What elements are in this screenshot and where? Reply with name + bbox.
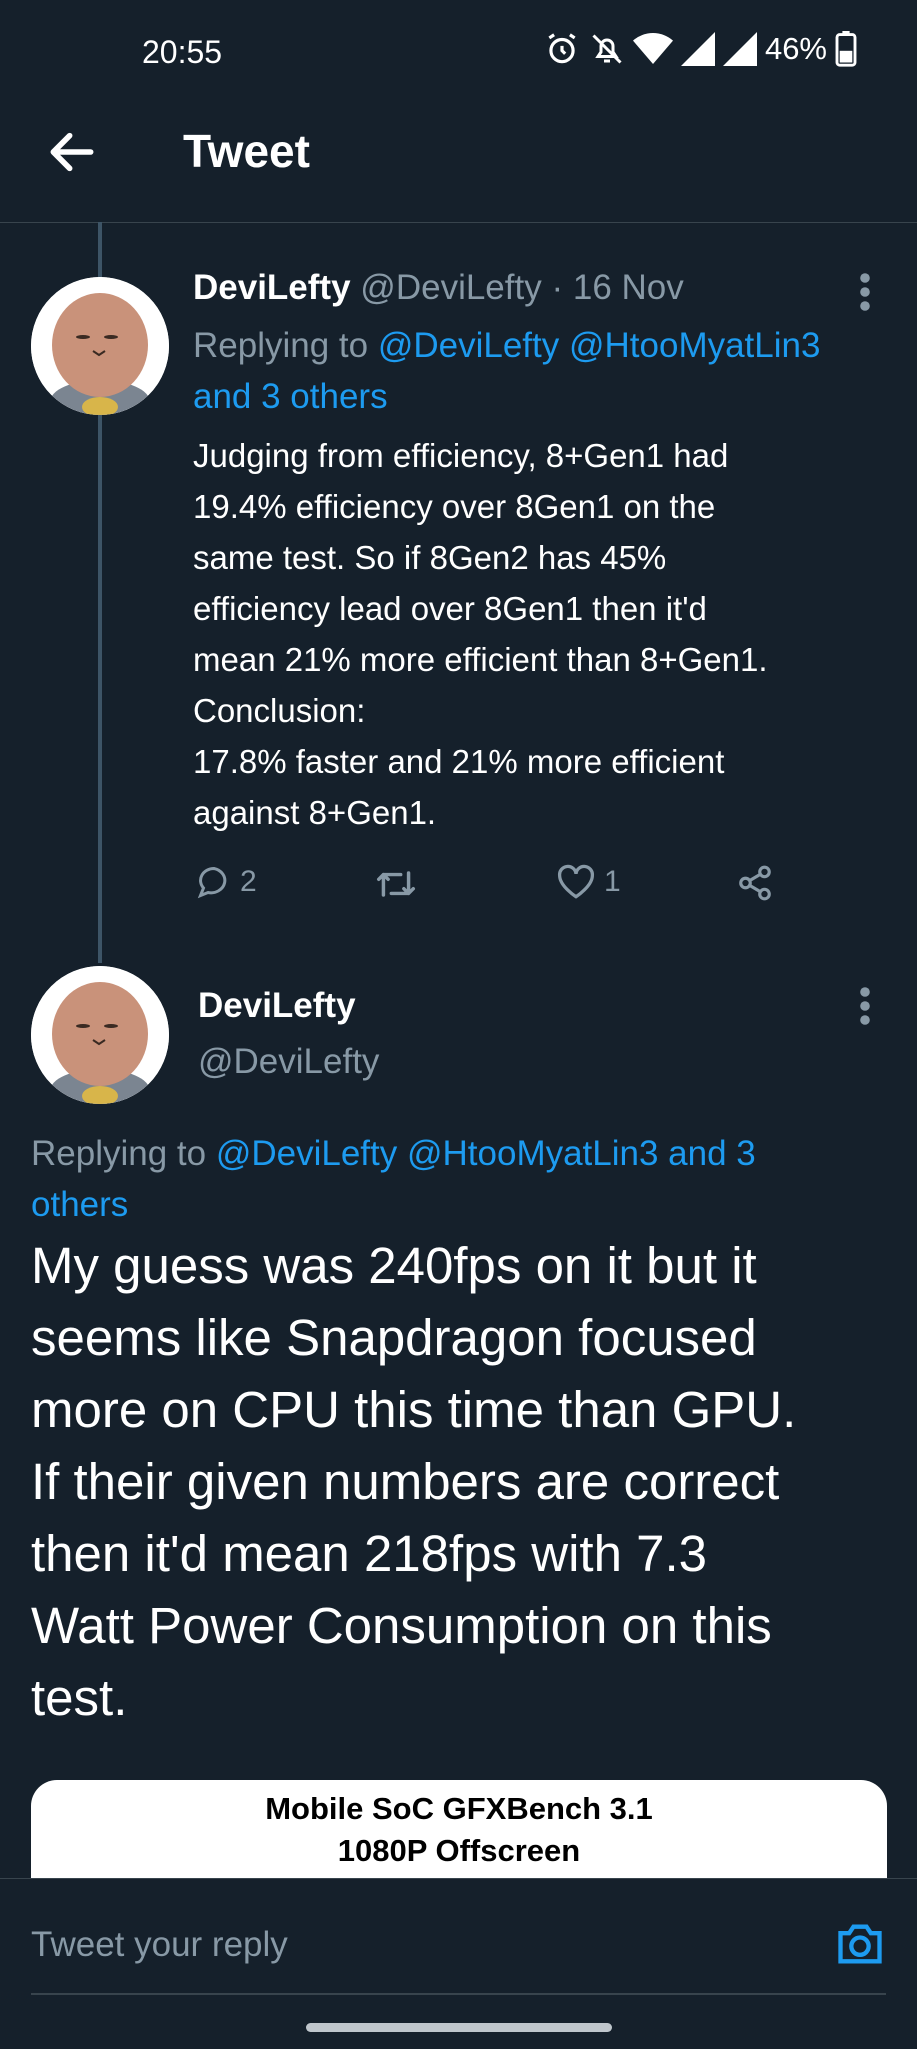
media-title-line-1: Mobile SoC GFXBench 3.1 [265,1791,653,1826]
tweet-line: Judging from efficiency, 8+Gen1 had [193,437,729,474]
tweet-header: DeviLefty @DeviLefty · 16 Nov [193,268,684,308]
tweet-line: If their given numbers are correct [31,1453,780,1510]
tweet-line: against 8+Gen1. [193,794,437,831]
like-button[interactable]: 1 [556,864,621,900]
more-options-icon-main[interactable] [853,986,877,1026]
tweet-line: Watt Power Consumption on this [31,1597,772,1654]
page-title: Tweet [183,125,310,177]
tweet-line: more on CPU this time than GPU. [31,1381,797,1438]
heart-icon [557,864,595,899]
alarm-icon [548,33,576,64]
tweet-text: Judging from efficiency, 8+Gen1 had 19.4… [193,430,893,838]
replying-to-main: Replying to @DeviLefty @HtooMyatLin3 and… [31,1128,891,1230]
back-arrow-icon[interactable] [44,124,100,180]
separator: · [551,268,564,307]
display-name-main[interactable]: DeviLefty [198,986,356,1026]
thread-line-top [98,222,102,278]
share-icon[interactable] [736,864,774,902]
header-divider [0,222,917,223]
replying-label: Replying to [193,326,378,365]
display-name[interactable]: DeviLefty [193,268,351,307]
reply-button[interactable]: 2 [196,864,257,900]
reply-others-main[interactable]: others [31,1185,128,1224]
battery-percent: 46% [764,31,827,66]
more-options-icon[interactable] [853,272,877,312]
battery-icon [835,31,857,67]
signal-icon-2 [722,32,757,66]
retweet-icon[interactable] [374,866,418,902]
replying-to: Replying to @DeviLefty @HtooMyatLin3 and… [193,320,883,422]
avatar-main[interactable] [31,966,169,1104]
wifi-icon [632,33,673,64]
reply-mentions[interactable]: @DeviLefty @HtooMyatLin3 [378,326,821,365]
media-image[interactable]: Mobile SoC GFXBench 3.1 1080P Offscreen [31,1780,887,1880]
status-icons: 46% [543,30,857,68]
tweet-line: 17.8% faster and 21% more efficient [193,743,725,780]
reply-underline [31,1993,886,1995]
home-indicator[interactable] [306,2023,612,2032]
reply-input[interactable]: Tweet your reply [31,1925,288,1965]
tweet-line: efficiency lead over 8Gen1 then it'd [193,590,707,627]
tweet-line: seems like Snapdragon focused [31,1309,757,1366]
media-title: Mobile SoC GFXBench 3.1 1080P Offscreen [31,1788,887,1872]
reply-icon [197,866,227,899]
tweet-date[interactable]: 16 Nov [573,268,684,307]
avatar[interactable] [31,277,169,415]
tweet-line: 19.4% efficiency over 8Gen1 on the [193,488,716,525]
tweet-line: test. [31,1669,128,1726]
tweet-line: My guess was 240fps on it but it [31,1237,757,1294]
camera-icon[interactable] [834,1918,886,1970]
handle[interactable]: @DeviLefty [360,268,541,307]
tweet-line: same test. So if 8Gen2 has 45% [193,539,667,576]
tweet-line: then it'd mean 218fps with 7.3 [31,1525,707,1582]
media-title-line-2: 1080P Offscreen [337,1833,581,1868]
tweet-text-main: My guess was 240fps on it but it seems l… [31,1230,911,1734]
like-count: 1 [604,865,621,898]
thread-line [98,415,102,963]
reply-others[interactable]: and 3 others [193,377,388,416]
reply-mentions-main[interactable]: @DeviLefty @HtooMyatLin3 and 3 [216,1134,756,1173]
signal-icon [680,32,715,66]
tweet-line: mean 21% more efficient than 8+Gen1. [193,641,768,678]
status-time: 20:55 [142,34,223,70]
reply-count: 2 [240,865,257,898]
notifications-off-icon [592,34,622,64]
handle-main[interactable]: @DeviLefty [198,1042,379,1082]
tweet-line: Conclusion: [193,692,366,729]
replying-label-main: Replying to [31,1134,216,1173]
